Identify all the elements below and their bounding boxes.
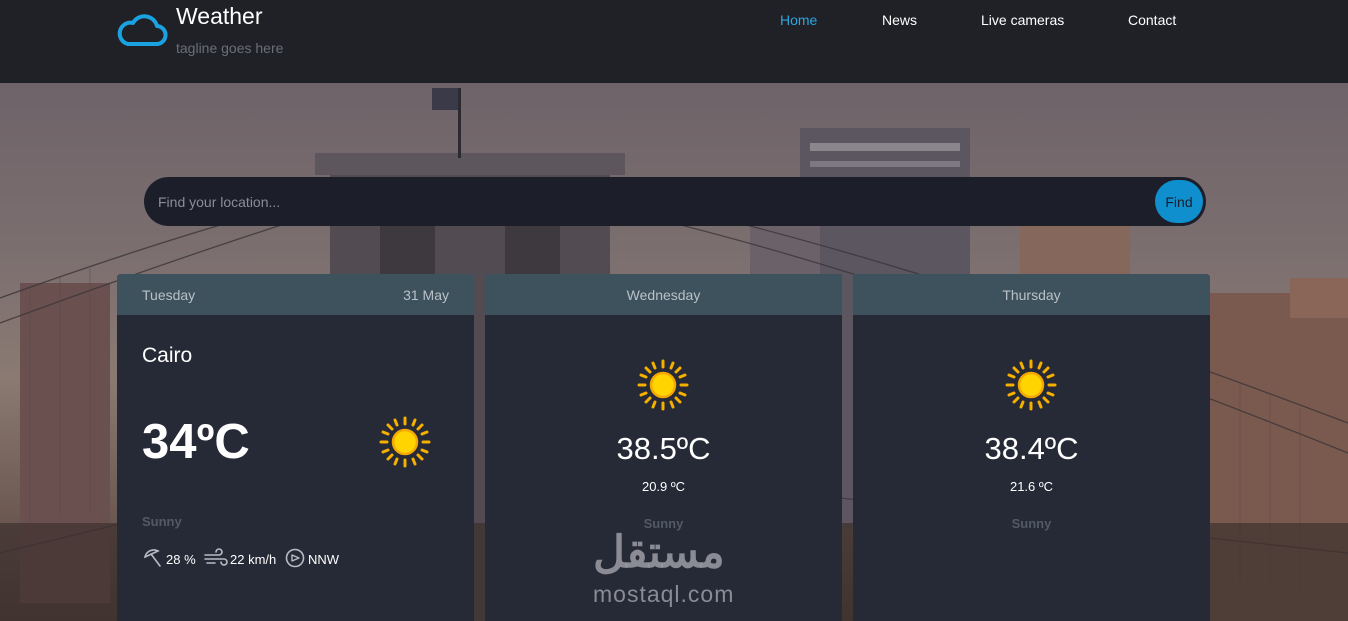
compass-icon: [285, 548, 305, 568]
mostaql-watermark: مستقل mostaql.com: [585, 527, 765, 607]
max-temperature: 38.4ºC: [984, 431, 1079, 466]
nav-live-cameras[interactable]: Live cameras: [981, 12, 1064, 28]
location-search-bar: Find: [144, 177, 1206, 226]
current-temperature: 34ºC: [142, 415, 250, 469]
min-temperature: 21.6 ºC: [1009, 479, 1054, 494]
nav-news[interactable]: News: [882, 12, 917, 28]
wind-speed-value: 22 km/h: [230, 552, 277, 567]
date-label: 31 May: [403, 287, 449, 303]
condition-label: Sunny: [1011, 516, 1052, 531]
card-header: Wednesday: [485, 274, 842, 315]
nav-contact[interactable]: Contact: [1128, 12, 1176, 28]
sun-icon: [637, 359, 689, 411]
forecast-card-today: Tuesday 31 May Cairo 34ºC Sunny 28 % 22 …: [117, 274, 474, 621]
sun-icon: [1005, 359, 1057, 411]
humidity-value: 28 %: [166, 552, 196, 567]
watermark-arabic-text: مستقل: [593, 528, 725, 577]
forecast-card-day-3: Thursday 38.4ºC 21.6 ºC Sunny: [853, 274, 1210, 621]
card-header: Thursday: [853, 274, 1210, 315]
city-name: Cairo: [142, 344, 193, 367]
condition-label: Sunny: [142, 514, 182, 529]
find-button[interactable]: Find: [1155, 180, 1203, 223]
wind-direction-value: NNW: [308, 552, 340, 567]
nav-home[interactable]: Home: [780, 12, 817, 28]
day-name: Thursday: [1002, 287, 1061, 303]
location-search-input[interactable]: [158, 177, 1138, 226]
main-nav: Home News Live cameras Contact: [0, 12, 1348, 32]
day-name: Wednesday: [626, 287, 701, 303]
card-header: Tuesday 31 May: [117, 274, 474, 315]
site-header: Weather tagline goes here Home News Live…: [0, 0, 1348, 83]
day-name: Tuesday: [142, 287, 196, 303]
sun-icon: [379, 416, 431, 468]
site-tagline: tagline goes here: [176, 40, 284, 56]
min-temperature: 20.9 ºC: [641, 479, 686, 494]
umbrella-icon: [143, 549, 161, 567]
wind-icon: [204, 548, 228, 566]
watermark-latin-text: mostaql.com: [593, 581, 735, 607]
max-temperature: 38.5ºC: [616, 431, 711, 466]
